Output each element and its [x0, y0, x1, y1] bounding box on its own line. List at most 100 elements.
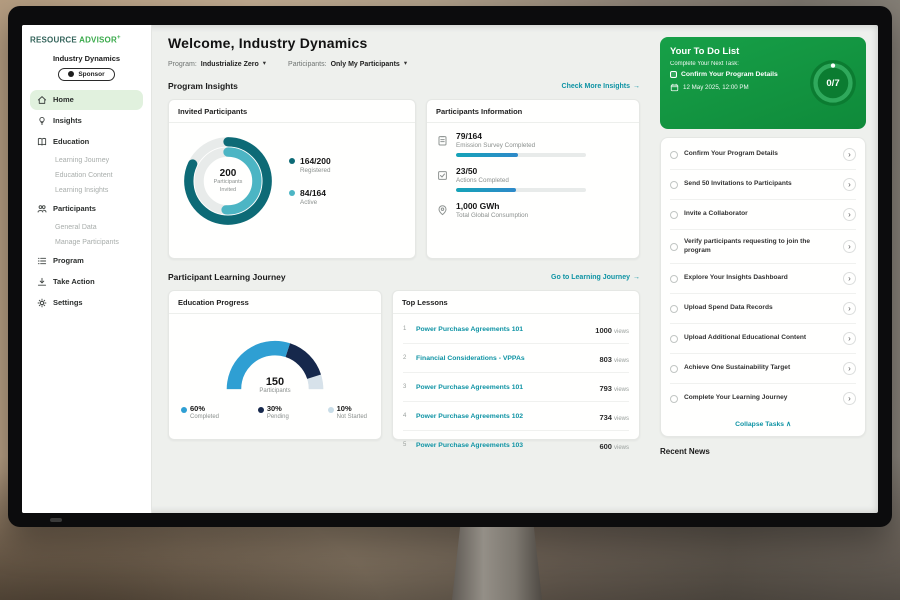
task-row[interactable]: Invite a Collaborator › — [670, 200, 856, 230]
chevron-right-icon[interactable]: › — [843, 178, 856, 191]
collapse-tasks-link[interactable]: Collapse Tasks ∧ — [670, 413, 856, 434]
sidebar-item-learning-journey[interactable]: Learning Journey — [30, 153, 143, 168]
lesson-link[interactable]: Power Purchase Agreements 102 — [416, 413, 592, 420]
todo-due-label: 12 May 2025, 12:00 PM — [683, 84, 749, 91]
task-row[interactable]: Explore Your Insights Dashboard › — [670, 264, 856, 294]
task-row[interactable]: Complete Your Learning Journey › — [670, 384, 856, 413]
legend-label: Not Started — [337, 414, 367, 420]
app-logo: RESOURCE ADVISOR+ — [30, 35, 143, 45]
lesson-link[interactable]: Financial Considerations - VPPAs — [416, 355, 592, 362]
sidebar-item-education[interactable]: Education — [30, 132, 143, 152]
stat-value: 1,000 GWh — [456, 201, 528, 211]
legend-dot-pending — [258, 407, 264, 413]
dashboard-screen: RESOURCE ADVISOR+ Industry Dynamics Spon… — [22, 25, 878, 513]
task-row[interactable]: Upload Spend Data Records › — [670, 294, 856, 324]
chevron-right-icon[interactable]: › — [843, 302, 856, 315]
lesson-row: 4 Power Purchase Agreements 102 734views — [403, 402, 629, 431]
sidebar-item-learning-insights[interactable]: Learning Insights — [30, 183, 143, 198]
task-checkbox[interactable] — [670, 335, 678, 343]
sidebar-item-education-content[interactable]: Education Content — [30, 168, 143, 183]
lesson-views-label: views — [614, 358, 629, 364]
recent-news-title: Recent News — [660, 447, 866, 456]
task-row[interactable]: Upload Additional Educational Content › — [670, 324, 856, 354]
sidebar-item-take-action[interactable]: Take Action — [30, 272, 143, 292]
legend-dot-completed — [181, 407, 187, 413]
lesson-link[interactable]: Power Purchase Agreements 101 — [416, 384, 592, 391]
todo-progress-ring: 0/7 — [809, 59, 857, 107]
task-checkbox[interactable] — [670, 365, 678, 373]
checkbox-icon[interactable] — [670, 71, 677, 78]
stat-emission-survey: 79/164 Emission Survey Completed — [437, 131, 629, 157]
todo-task-list: Confirm Your Program Details › Send 50 I… — [660, 137, 866, 437]
gear-icon — [37, 298, 47, 308]
learning-cards-row: Education Progress 150 — [168, 290, 640, 440]
scene: RESOURCE ADVISOR+ Industry Dynamics Spon… — [0, 0, 900, 600]
program-filter[interactable]: Program: Industrialize Zero ▾ — [168, 61, 266, 68]
chevron-right-icon[interactable]: › — [843, 362, 856, 375]
lesson-rank: 4 — [403, 413, 409, 419]
chevron-right-icon[interactable]: › — [843, 148, 856, 161]
todo-progress-text: 0/7 — [809, 59, 857, 107]
check-more-insights-link[interactable]: Check More Insights → — [562, 83, 640, 90]
progress-bar — [456, 188, 586, 192]
sidebar-item-settings[interactable]: Settings — [30, 293, 143, 313]
sidebar-item-manage-participants[interactable]: Manage Participants — [30, 235, 143, 250]
task-row[interactable]: Confirm Your Program Details › — [670, 140, 856, 170]
task-checkbox[interactable] — [670, 305, 678, 313]
task-checkbox[interactable] — [670, 395, 678, 403]
logo-advisor: ADVISOR — [79, 36, 117, 45]
chevron-right-icon[interactable]: › — [843, 272, 856, 285]
task-checkbox[interactable] — [670, 181, 678, 189]
lesson-views: 803 — [599, 355, 612, 364]
calendar-icon — [670, 83, 679, 92]
participants-filter-label: Participants: — [288, 61, 327, 68]
task-row[interactable]: Achieve One Sustainability Target › — [670, 354, 856, 384]
section-title: Program Insights — [168, 81, 238, 91]
lesson-row: 1 Power Purchase Agreements 101 1000view… — [403, 315, 629, 344]
sidebar-item-label: Insights — [53, 116, 82, 125]
sponsor-badge[interactable]: Sponsor — [58, 68, 114, 81]
go-to-learning-journey-link[interactable]: Go to Learning Journey → — [551, 274, 640, 281]
task-row[interactable]: Send 50 Invitations to Participants › — [670, 170, 856, 200]
lesson-link[interactable]: Power Purchase Agreements 103 — [416, 442, 592, 449]
lesson-views: 793 — [599, 384, 612, 393]
sponsor-icon — [68, 71, 74, 77]
stat-value: 23/50 — [456, 166, 586, 176]
sidebar-item-general-data[interactable]: General Data — [30, 220, 143, 235]
monitor-brand-mark — [50, 518, 62, 522]
legend-item: 164/200 Registered — [289, 156, 331, 174]
todo-next-task[interactable]: Confirm Your Program Details — [670, 71, 810, 78]
chevron-right-icon[interactable]: › — [843, 240, 856, 253]
task-label: Confirm Your Program Details — [684, 150, 837, 159]
sidebar-item-program[interactable]: Program — [30, 251, 143, 271]
chevron-right-icon[interactable]: › — [843, 392, 856, 405]
lesson-rank: 2 — [403, 355, 409, 361]
chevron-down-icon: ▾ — [263, 61, 266, 68]
sidebar-item-participants[interactable]: Participants — [30, 199, 143, 219]
sidebar-item-insights[interactable]: Insights — [30, 111, 143, 131]
lesson-link[interactable]: Power Purchase Agreements 101 — [416, 326, 588, 333]
stat-value: 79/164 — [456, 131, 586, 141]
chevron-right-icon[interactable]: › — [843, 208, 856, 221]
filters-row: Program: Industrialize Zero ▾ Participan… — [168, 61, 640, 68]
lesson-views-label: views — [614, 387, 629, 393]
sidebar-item-label: Education — [53, 137, 89, 146]
legend-label: Active — [300, 199, 326, 206]
task-label: Achieve One Sustainability Target — [684, 364, 837, 373]
sidebar-item-home[interactable]: Home — [30, 90, 143, 110]
top-lessons-card: Top Lessons 1 Power Purchase Agreements … — [392, 290, 640, 440]
task-checkbox[interactable] — [670, 151, 678, 159]
stat-label: Actions Completed — [456, 177, 586, 184]
people-icon — [37, 204, 47, 214]
participants-filter[interactable]: Participants: Only My Participants ▾ — [288, 61, 407, 68]
donut-center-label: Participants Invited — [209, 179, 247, 193]
progress-bar — [456, 153, 586, 157]
sidebar-item-label: Take Action — [53, 277, 95, 286]
task-checkbox[interactable] — [670, 275, 678, 283]
task-row[interactable]: Verify participants requesting to join t… — [670, 230, 856, 264]
page-title: Welcome, Industry Dynamics — [168, 35, 640, 51]
chevron-right-icon[interactable]: › — [843, 332, 856, 345]
task-checkbox[interactable] — [670, 211, 678, 219]
sidebar-item-label: Home — [53, 95, 74, 104]
task-checkbox[interactable] — [670, 243, 678, 251]
